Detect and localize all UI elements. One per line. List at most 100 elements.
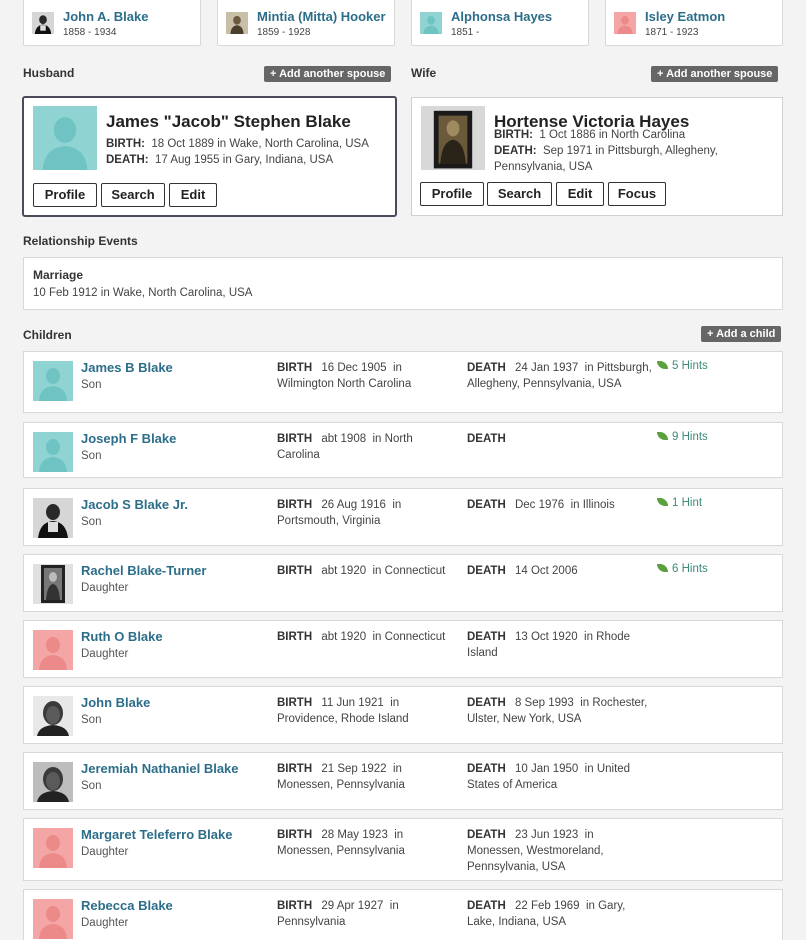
parent-card[interactable]: John A. Blake 1858 - 1934 <box>23 0 201 46</box>
child-avatar <box>33 564 73 604</box>
hints-link[interactable]: 1 Hint <box>657 497 702 509</box>
husband-name[interactable]: James "Jacob" Stephen Blake <box>106 112 351 132</box>
wife-label: Wife <box>411 66 437 80</box>
male-silhouette-icon <box>33 432 73 472</box>
child-card[interactable]: James B Blake Son BIRTH 16 Dec 1905 in W… <box>23 351 783 413</box>
child-death: DEATH 10 Jan 1950 in United States of Am… <box>467 763 631 791</box>
parent-avatar <box>614 12 636 34</box>
child-avatar <box>33 432 73 472</box>
female-silhouette-icon <box>614 12 636 34</box>
child-relation: Son <box>81 516 102 528</box>
child-card[interactable]: Jeremiah Nathaniel Blake Son BIRTH 21 Se… <box>23 752 783 810</box>
add-child-button[interactable]: + Add a child <box>701 326 782 342</box>
parent-name[interactable]: Isley Eatmon <box>645 9 725 24</box>
husband-search-button[interactable]: Search <box>101 183 165 207</box>
child-birth: BIRTH abt 1920 in Connecticut <box>277 565 446 577</box>
child-death: DEATH <box>467 433 506 445</box>
child-card[interactable]: Rebecca Blake Daughter BIRTH 29 Apr 1927… <box>23 889 783 940</box>
child-card[interactable]: Joseph F Blake Son BIRTH abt 1908 in Nor… <box>23 422 783 478</box>
parent-name[interactable]: Mintia (Mitta) Hooker <box>257 9 386 24</box>
child-death: DEATH 22 Feb 1969 in Gary, Lake, Indiana… <box>467 900 626 928</box>
photo-icon <box>32 12 54 34</box>
husband-avatar <box>33 106 97 170</box>
child-relation: Daughter <box>81 846 129 858</box>
wife-photo-icon <box>421 106 485 170</box>
child-avatar <box>33 762 73 802</box>
child-birth: BIRTH 29 Apr 1927 in Pennsylvania <box>277 900 399 928</box>
child-name[interactable]: Joseph F Blake <box>81 431 176 446</box>
photo-icon <box>33 696 73 736</box>
child-name[interactable]: Jacob S Blake Jr. <box>81 497 188 512</box>
child-death: DEATH 23 Jun 1923 in Monessen, Westmorel… <box>467 829 604 873</box>
photo-icon <box>33 498 73 538</box>
child-relation: Daughter <box>81 917 129 929</box>
wife-card[interactable]: Hortense Victoria Hayes BIRTH: 1 Oct 188… <box>411 97 783 216</box>
husband-death: DEATH: 17 Aug 1955 in Gary, Indiana, USA <box>106 154 334 166</box>
child-name[interactable]: Margaret Teleferro Blake <box>81 827 233 842</box>
parent-card[interactable]: Isley Eatmon 1871 - 1923 <box>605 0 783 46</box>
child-card[interactable]: John Blake Son BIRTH 11 Jun 1921 in Prov… <box>23 686 783 744</box>
husband-card[interactable]: James "Jacob" Stephen Blake BIRTH: 18 Oc… <box>22 96 397 217</box>
wife-profile-button[interactable]: Profile <box>420 182 484 206</box>
male-silhouette-icon <box>420 12 442 34</box>
child-death: DEATH 14 Oct 2006 <box>467 565 578 577</box>
child-relation: Son <box>81 450 102 462</box>
child-relation: Son <box>81 379 102 391</box>
child-name[interactable]: Rachel Blake-Turner <box>81 563 206 578</box>
parent-name[interactable]: Alphonsa Hayes <box>451 9 552 24</box>
child-name[interactable]: James B Blake <box>81 360 173 375</box>
child-name[interactable]: John Blake <box>81 695 150 710</box>
husband-add-spouse-button[interactable]: + Add another spouse <box>264 66 392 82</box>
child-relation: Son <box>81 780 102 792</box>
parent-card[interactable]: Mintia (Mitta) Hooker 1859 - 1928 <box>217 0 395 46</box>
child-relation: Son <box>81 714 102 726</box>
child-card[interactable]: Ruth O Blake Daughter BIRTH abt 1920 in … <box>23 620 783 678</box>
child-relation: Daughter <box>81 648 129 660</box>
male-silhouette-icon <box>33 361 73 401</box>
child-avatar <box>33 630 73 670</box>
leaf-icon <box>657 432 668 440</box>
relationship-events-label: Relationship Events <box>23 234 138 248</box>
child-avatar <box>33 899 73 939</box>
husband-edit-button[interactable]: Edit <box>169 183 217 207</box>
husband-profile-button[interactable]: Profile <box>33 183 97 207</box>
wife-edit-button[interactable]: Edit <box>556 182 604 206</box>
hints-link[interactable]: 5 Hints <box>657 360 708 372</box>
male-silhouette-icon <box>33 106 97 170</box>
parent-years: 1851 - <box>451 27 480 38</box>
wife-add-spouse-button[interactable]: + Add another spouse <box>651 66 779 82</box>
child-card[interactable]: Jacob S Blake Jr. Son BIRTH 26 Aug 1916 … <box>23 488 783 546</box>
parent-avatar <box>226 12 248 34</box>
wife-avatar <box>421 106 485 170</box>
child-birth: BIRTH 11 Jun 1921 in Providence, Rhode I… <box>277 697 409 725</box>
child-birth: BIRTH 28 May 1923 in Monessen, Pennsylva… <box>277 829 405 857</box>
wife-focus-button[interactable]: Focus <box>608 182 666 206</box>
child-name[interactable]: Jeremiah Nathaniel Blake <box>81 761 239 776</box>
parent-card[interactable]: Alphonsa Hayes 1851 - <box>411 0 589 46</box>
child-death: DEATH 24 Jan 1937 in Pittsburgh, Alleghe… <box>467 362 652 390</box>
child-name[interactable]: Rebecca Blake <box>81 898 173 913</box>
child-card[interactable]: Margaret Teleferro Blake Daughter BIRTH … <box>23 818 783 881</box>
child-avatar <box>33 361 73 401</box>
marriage-event[interactable]: Marriage 10 Feb 1912 in Wake, North Caro… <box>23 257 783 310</box>
female-silhouette-icon <box>33 899 73 939</box>
child-avatar <box>33 498 73 538</box>
leaf-icon <box>657 498 668 506</box>
child-name[interactable]: Ruth O Blake <box>81 629 163 644</box>
hints-link[interactable]: 6 Hints <box>657 563 708 575</box>
parent-years: 1859 - 1928 <box>257 27 311 38</box>
child-death: DEATH 8 Sep 1993 in Rochester, Ulster, N… <box>467 697 648 725</box>
children-label: Children <box>23 328 72 342</box>
child-avatar <box>33 828 73 868</box>
hints-link[interactable]: 9 Hints <box>657 431 708 443</box>
child-birth: BIRTH 21 Sep 1922 in Monessen, Pennsylva… <box>277 763 405 791</box>
husband-label: Husband <box>23 66 75 80</box>
female-silhouette-icon <box>33 828 73 868</box>
marriage-detail: 10 Feb 1912 in Wake, North Carolina, USA <box>33 287 253 299</box>
child-birth: BIRTH 16 Dec 1905 in Wilmington North Ca… <box>277 362 412 390</box>
parent-name[interactable]: John A. Blake <box>63 9 148 24</box>
child-card[interactable]: Rachel Blake-Turner Daughter BIRTH abt 1… <box>23 554 783 612</box>
leaf-icon <box>657 564 668 572</box>
wife-search-button[interactable]: Search <box>487 182 552 206</box>
photo-icon <box>226 12 248 34</box>
